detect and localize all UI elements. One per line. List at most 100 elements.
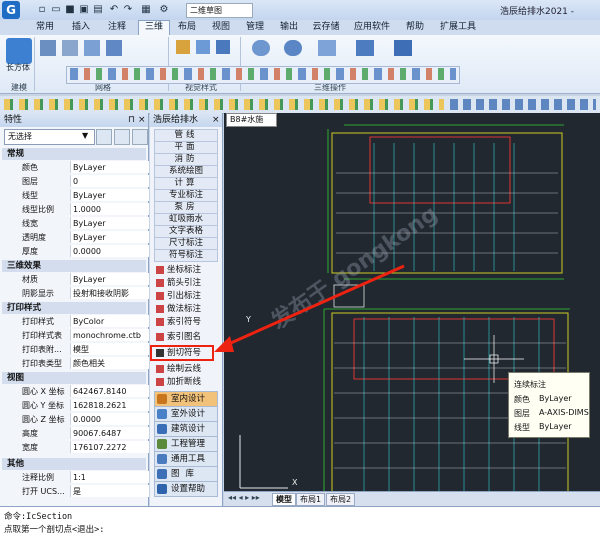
- prop-row[interactable]: 线型比例 1.0000: [2, 203, 149, 216]
- prop-value[interactable]: 是: [70, 485, 149, 497]
- prop-value[interactable]: 642467.8140: [70, 385, 149, 397]
- prop-value[interactable]: monochrome.ctb: [70, 329, 149, 341]
- 3d-rotate-icon[interactable]: [284, 40, 302, 56]
- prop-row[interactable]: 线型 ByLayer: [2, 189, 149, 202]
- module-general-tools[interactable]: 通用工具: [154, 451, 218, 467]
- prop-value[interactable]: 162818.2621: [70, 399, 149, 411]
- new-file-icon[interactable]: ▫: [36, 4, 48, 16]
- prop-value[interactable]: 0.0000: [70, 245, 149, 257]
- tab-manage[interactable]: 管理: [240, 21, 270, 34]
- mesh-icon[interactable]: [176, 40, 190, 54]
- tab-scroll-arrows[interactable]: ◂◂ ◂ ▸ ▸▸: [228, 493, 260, 502]
- module-exterior-design[interactable]: 室外设计: [154, 406, 218, 422]
- module-settings-help[interactable]: 设置帮助: [154, 481, 218, 497]
- prop-row[interactable]: 材质 ByLayer: [2, 273, 149, 286]
- prop-row[interactable]: 圆心 X 坐标 642467.8140: [2, 385, 149, 398]
- save-icon[interactable]: ■: [64, 4, 76, 16]
- module-building-design[interactable]: 建筑设计: [154, 421, 218, 437]
- tab-common[interactable]: 常用: [30, 21, 60, 34]
- pin-icon[interactable]: ⊓: [128, 113, 135, 127]
- section-general[interactable]: 常规: [2, 148, 146, 160]
- prop-row[interactable]: 打印样式表 monochrome.ctb: [2, 329, 149, 342]
- tab-model[interactable]: 模型: [272, 493, 296, 506]
- module-library[interactable]: 图库: [154, 466, 218, 482]
- prop-row[interactable]: 颜色 ByLayer: [2, 161, 149, 174]
- prop-row[interactable]: 线宽 ByLayer: [2, 217, 149, 230]
- section-misc[interactable]: 其他: [2, 458, 146, 470]
- draw-tool-icons[interactable]: [70, 68, 456, 80]
- mesh-refine-icon[interactable]: [216, 40, 230, 54]
- prop-row[interactable]: 打印表类型 颜色相关: [2, 357, 149, 370]
- undo-icon[interactable]: ↶: [108, 4, 120, 16]
- 3d-array-icon[interactable]: [394, 40, 412, 56]
- tab-3d[interactable]: 三维: [138, 20, 170, 36]
- extrude-icon[interactable]: [62, 40, 78, 56]
- open-file-icon[interactable]: ▭: [50, 4, 62, 16]
- prop-row[interactable]: 阴影显示 投射和接收阴影: [2, 287, 149, 300]
- prop-value[interactable]: 1.0000: [70, 203, 149, 215]
- tab-layout2[interactable]: 布局2: [326, 493, 356, 506]
- 3d-move-icon[interactable]: [252, 40, 270, 56]
- prop-value[interactable]: ByLayer: [70, 161, 149, 173]
- prop-value[interactable]: ByLayer: [70, 189, 149, 201]
- tab-output[interactable]: 输出: [274, 21, 304, 34]
- sweep-icon[interactable]: [106, 40, 122, 56]
- prop-row[interactable]: 注释比例 1:1: [2, 471, 149, 484]
- prop-value[interactable]: 176107.2272: [70, 441, 149, 453]
- command-item[interactable]: 绘制云线: [154, 363, 220, 375]
- prop-row[interactable]: 宽度 176107.2272: [2, 441, 149, 454]
- tab-annotate[interactable]: 注释: [102, 21, 132, 34]
- toggle-pickadd-icon[interactable]: [96, 129, 112, 145]
- box-icon[interactable]: [6, 38, 32, 64]
- prop-row[interactable]: 圆心 Z 坐标 0.0000: [2, 413, 149, 426]
- tab-insert[interactable]: 插入: [66, 21, 96, 34]
- prop-row[interactable]: 透明度 ByLayer: [2, 231, 149, 244]
- match-properties-icon[interactable]: ▦: [140, 4, 152, 16]
- command-line[interactable]: 命令:IcSection 点取第一个剖切点<退出>:: [0, 506, 600, 537]
- tab-cloud-storage[interactable]: 云存储: [308, 21, 344, 34]
- revolve-icon[interactable]: [84, 40, 100, 56]
- prop-value[interactable]: 0.0000: [70, 413, 149, 425]
- workspace-icon[interactable]: ⚙: [158, 4, 170, 16]
- prop-value[interactable]: 0: [70, 175, 149, 187]
- view-tool-icons[interactable]: [450, 99, 596, 110]
- layer-state-icons[interactable]: [4, 99, 444, 110]
- tab-layout[interactable]: 布局: [172, 21, 202, 34]
- drawing-name-field[interactable]: 二维草图: [186, 3, 253, 18]
- print-icon[interactable]: ▤: [92, 4, 104, 16]
- document-tab[interactable]: B8#水施: [226, 113, 277, 127]
- prop-value[interactable]: 模型: [70, 343, 149, 355]
- redo-icon[interactable]: ↷: [122, 4, 134, 16]
- command-item[interactable]: 加折断线: [154, 376, 220, 388]
- module-interior-design[interactable]: 室内设计: [154, 391, 218, 407]
- prop-value[interactable]: 90067.6487: [70, 427, 149, 439]
- save-as-icon[interactable]: ▣: [78, 4, 90, 16]
- tab-view[interactable]: 视图: [206, 21, 236, 34]
- section-plot-style[interactable]: 打印样式: [2, 302, 146, 314]
- prop-value[interactable]: 投射和接收阴影: [70, 287, 149, 299]
- app-logo[interactable]: G: [2, 1, 20, 19]
- quick-select-icon[interactable]: [132, 129, 148, 145]
- prop-row[interactable]: 厚度 0.0000: [2, 245, 149, 258]
- prop-value[interactable]: 颜色相关: [70, 357, 149, 369]
- solid-tool-icon[interactable]: [40, 40, 56, 56]
- prop-row[interactable]: 打开 UCS... 是: [2, 485, 149, 498]
- prop-row[interactable]: 打印表附... 模型: [2, 343, 149, 356]
- close-icon[interactable]: ×: [138, 113, 146, 127]
- 3d-align-icon[interactable]: [318, 40, 336, 56]
- select-objects-icon[interactable]: [114, 129, 130, 145]
- box-button-label[interactable]: 长方体: [6, 62, 30, 73]
- prop-value[interactable]: 1:1: [70, 471, 149, 483]
- tab-extension-tools[interactable]: 扩展工具: [436, 21, 480, 34]
- module-project-management[interactable]: 工程管理: [154, 436, 218, 452]
- tab-layout1[interactable]: 布局1: [296, 493, 326, 506]
- prop-value[interactable]: ByColor: [70, 315, 149, 327]
- close-icon[interactable]: ×: [212, 113, 220, 127]
- prop-row[interactable]: 高度 90067.6487: [2, 427, 149, 440]
- prop-row[interactable]: 图层 0: [2, 175, 149, 188]
- mesh-smooth-icon[interactable]: [196, 40, 210, 54]
- prop-row[interactable]: 圆心 Y 坐标 162818.2621: [2, 399, 149, 412]
- prop-value[interactable]: ByLayer: [70, 273, 149, 285]
- prop-value[interactable]: ByLayer: [70, 231, 149, 243]
- prop-row[interactable]: 打印样式 ByColor: [2, 315, 149, 328]
